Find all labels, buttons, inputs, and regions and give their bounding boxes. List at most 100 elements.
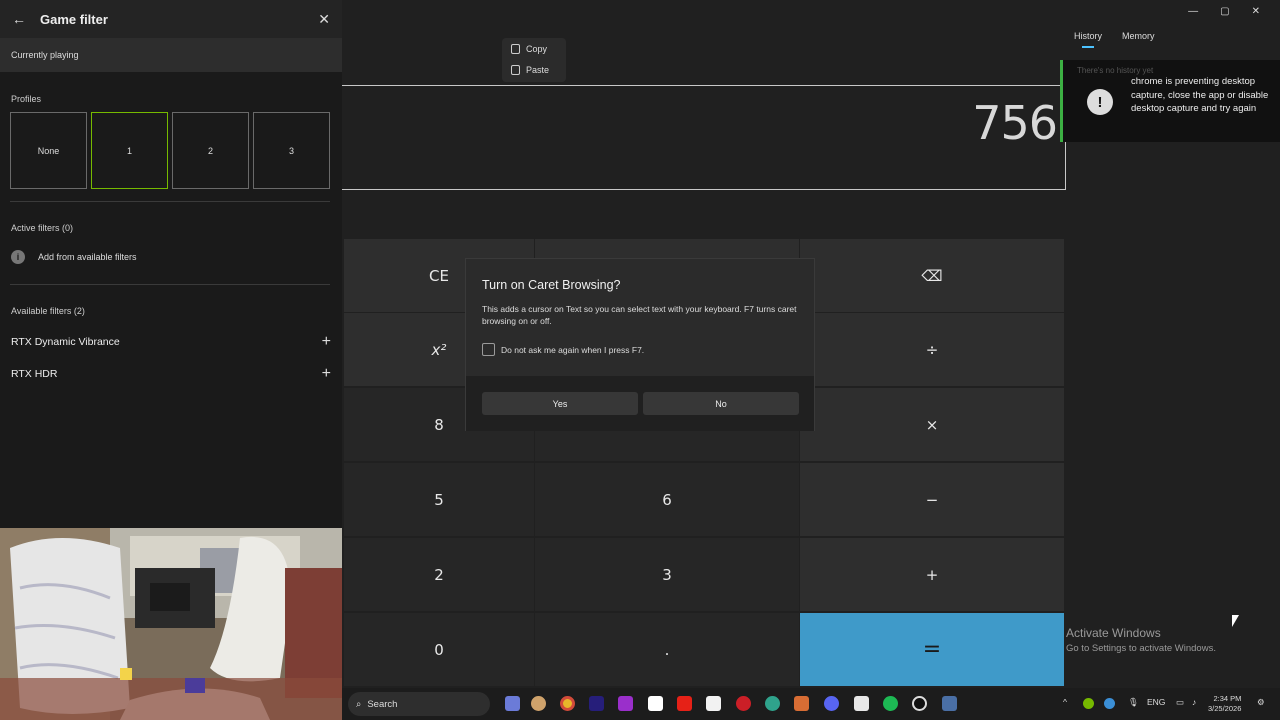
add-filters-text: Add from available filters: [38, 252, 137, 262]
decimal-button[interactable]: .: [535, 613, 799, 686]
back-arrow-icon[interactable]: ←: [12, 11, 26, 27]
search-placeholder: Search: [367, 698, 398, 710]
equals-button[interactable]: =: [800, 613, 1064, 686]
webcam-image: [0, 528, 342, 720]
info-icon: i: [11, 250, 25, 264]
context-copy[interactable]: Copy: [511, 44, 547, 54]
filter-rtx-hdr[interactable]: RTX HDR +: [11, 366, 331, 382]
premiere-icon[interactable]: [618, 696, 633, 711]
dialog-title: Turn on Caret Browsing?: [482, 278, 621, 292]
profile-3[interactable]: 3: [253, 112, 330, 189]
digit-6-button[interactable]: 6: [535, 463, 799, 536]
add-filters-hint: i Add from available filters: [11, 250, 137, 264]
alert-icon: !: [1087, 89, 1113, 115]
nvidia-tray-icon[interactable]: [1083, 698, 1094, 709]
notepad-icon[interactable]: [854, 696, 869, 711]
game-filter-panel: ← Game filter ✕ Currently playing Profil…: [0, 0, 342, 528]
activate-subtitle: Go to Settings to activate Windows.: [1066, 643, 1216, 654]
dont-ask-checkbox[interactable]: Do not ask me again when I press F7.: [482, 343, 644, 356]
game-filter-title: Game filter: [40, 11, 108, 27]
spotify-icon[interactable]: [883, 696, 898, 711]
digit-3-button[interactable]: 3: [535, 538, 799, 611]
volume-icon[interactable]: ♪: [1192, 697, 1196, 707]
photos-icon[interactable]: [794, 696, 809, 711]
game-filter-header: ← Game filter ✕: [0, 0, 342, 38]
plus-button[interactable]: +: [800, 538, 1064, 611]
checkbox-box[interactable]: [482, 343, 495, 356]
minimize-button[interactable]: —: [1188, 6, 1198, 17]
dialog-footer: Yes No: [466, 376, 814, 431]
taskbar-search[interactable]: ⌕ Search: [348, 692, 490, 716]
filter-name: RTX Dynamic Vibrance: [11, 336, 120, 348]
digit-5-button[interactable]: 5: [344, 463, 534, 536]
multiply-button[interactable]: ×: [800, 388, 1064, 461]
mouse-cursor-icon: [1232, 615, 1239, 627]
checkbox-label: Do not ask me again when I press F7.: [501, 344, 645, 355]
caret-browsing-dialog: Turn on Caret Browsing? This adds a curs…: [465, 258, 815, 431]
calculator-icon[interactable]: [942, 696, 957, 711]
capture-toast[interactable]: There's no history yet ! chrome is preve…: [1060, 60, 1280, 142]
active-filters-label: Active filters (0): [11, 223, 74, 233]
digit-2-button[interactable]: 2: [344, 538, 534, 611]
store-icon[interactable]: [706, 696, 721, 711]
paste-icon: [511, 65, 520, 75]
window-controls: — ▢ ✕: [1188, 6, 1260, 17]
profile-2[interactable]: 2: [172, 112, 249, 189]
digit-0-button[interactable]: 0: [344, 613, 534, 686]
pinterest-icon[interactable]: [736, 696, 751, 711]
microphone-icon[interactable]: 🎙: [1128, 697, 1139, 708]
close-icon[interactable]: ✕: [318, 11, 330, 28]
available-filters-label: Available filters (2): [11, 306, 85, 316]
profile-none[interactable]: None: [10, 112, 87, 189]
copy-icon: [511, 44, 520, 54]
youtube-icon[interactable]: [677, 696, 692, 711]
currently-playing: Currently playing: [0, 38, 342, 72]
capcut-icon[interactable]: [648, 696, 663, 711]
filter-rtx-dynamic-vibrance[interactable]: RTX Dynamic Vibrance +: [11, 334, 331, 350]
history-memory-tabs: History Memory: [1074, 31, 1155, 48]
notification-icon[interactable]: ⚙: [1257, 697, 1265, 708]
taskbar-clock[interactable]: 2:34 PM 3/25/2026: [1208, 694, 1241, 714]
paste-label: Paste: [526, 65, 550, 75]
toast-message: chrome is preventing desktop capture, cl…: [1131, 76, 1269, 114]
minus-button[interactable]: −: [800, 463, 1064, 536]
media-player-icon[interactable]: [912, 696, 927, 711]
activate-title: Activate Windows: [1066, 626, 1161, 640]
display-value: 756: [972, 96, 1058, 150]
activate-windows-watermark: Activate Windows Go to Settings to activ…: [1066, 626, 1216, 654]
tray-chevron-icon[interactable]: ^: [1063, 697, 1067, 707]
profiles-row: None 1 2 3: [10, 112, 330, 189]
divide-button[interactable]: ÷: [800, 313, 1064, 386]
chrome-icon[interactable]: [560, 696, 575, 711]
tab-history[interactable]: History: [1074, 31, 1102, 48]
after-effects-icon[interactable]: [589, 696, 604, 711]
dialog-body: This adds a cursor on Text so you can se…: [482, 304, 797, 326]
history-empty-text: There's no history yet: [1077, 66, 1154, 75]
taskbar: ⌕ Search ^ 🎙 ENG ▭ ♪ 2:34 PM 3/25/2026 ⚙: [342, 688, 1280, 720]
profile-1[interactable]: 1: [91, 112, 168, 189]
onedrive-tray-icon[interactable]: [1104, 698, 1115, 709]
add-filter-icon[interactable]: +: [322, 334, 331, 350]
webcam-overlay: [0, 528, 342, 720]
context-paste[interactable]: Paste: [511, 65, 549, 75]
close-window-button[interactable]: ✕: [1252, 6, 1260, 17]
yes-button[interactable]: Yes: [482, 392, 638, 415]
search-icon: ⌕: [356, 698, 362, 710]
divider: [10, 201, 330, 202]
add-filter-icon[interactable]: +: [322, 366, 331, 382]
widget-icon[interactable]: [531, 696, 546, 711]
no-button[interactable]: No: [643, 392, 799, 415]
tab-memory[interactable]: Memory: [1122, 31, 1155, 41]
context-menu: Copy Paste: [502, 38, 566, 82]
backspace-button[interactable]: ⌫: [800, 239, 1064, 312]
filter-name: RTX HDR: [11, 368, 58, 380]
edge-icon[interactable]: [765, 696, 780, 711]
language-indicator[interactable]: ENG: [1147, 697, 1165, 707]
network-icon[interactable]: ▭: [1176, 697, 1184, 708]
copy-label: Copy: [526, 44, 548, 54]
task-view-icon[interactable]: [505, 696, 520, 711]
clock-date: 3/25/2026: [1208, 704, 1242, 713]
maximize-button[interactable]: ▢: [1220, 6, 1229, 17]
divider: [10, 284, 330, 285]
discord-icon[interactable]: [824, 696, 839, 711]
